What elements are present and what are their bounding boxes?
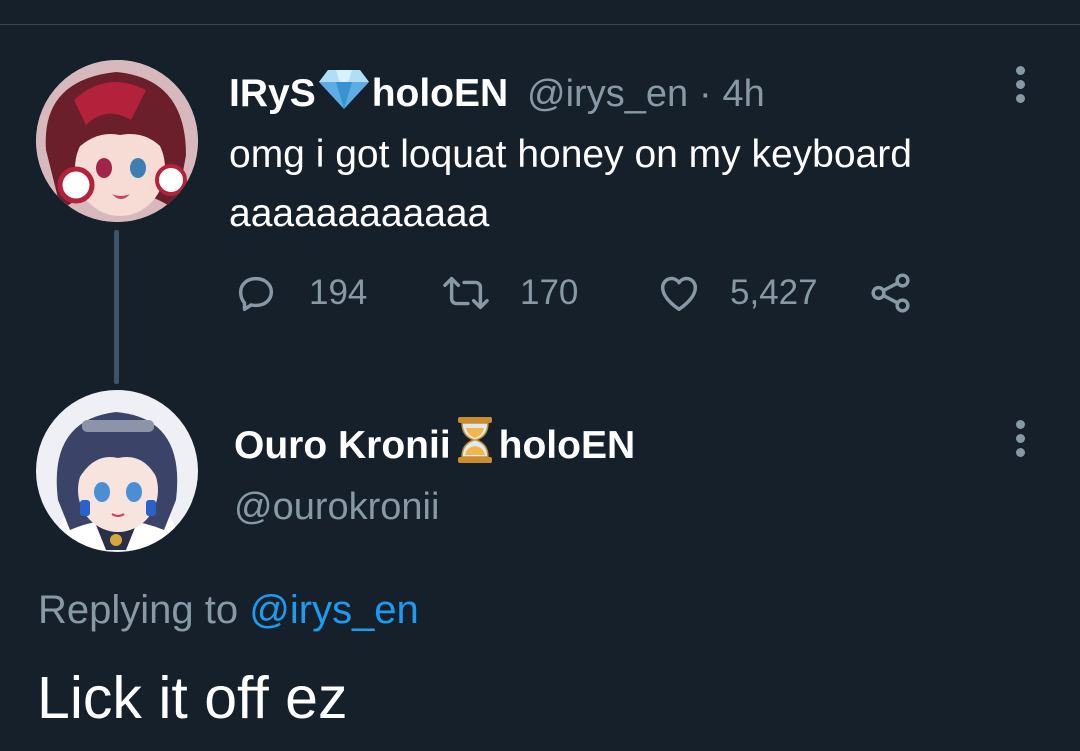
kronii-name-text: Ouro Kronii [234,424,451,467]
retweet-count: 170 [520,273,579,312]
diamond-icon [318,68,370,120]
like-count: 5,427 [730,273,818,312]
reply-count: 194 [309,273,368,312]
kronii-handle[interactable]: @ourokronii [234,486,439,529]
irys-display-name[interactable]: IRyS holoEN @irys_en · 4h [229,68,765,120]
irys-name-text: IRyS [229,72,316,115]
reply-icon [233,270,279,316]
tweet-text-line1: omg i got loquat honey on my keyboard [229,133,912,176]
retweet-icon [440,270,492,316]
separator: · [698,73,712,115]
tweet-text-line2: aaaaaaaaaaaa [229,192,490,235]
share-action[interactable] [867,270,915,316]
heart-icon [656,270,702,316]
retweet-action[interactable]: 170 [440,270,578,316]
replying-to-handle[interactable]: @irys_en [249,588,419,632]
reply-more-options-icon[interactable] [1012,420,1028,462]
thread-line [114,230,119,384]
replying-to-label: Replying to [38,588,239,632]
irys-avatar[interactable] [36,60,198,222]
irys-suffix: holoEN [371,72,509,115]
like-action[interactable]: 5,427 [656,270,818,316]
reply-text: Lick it off ez [37,665,348,731]
reply-action[interactable]: 194 [233,270,367,316]
more-options-icon[interactable] [1012,66,1028,108]
tweet-time[interactable]: 4h [722,73,764,115]
share-icon [867,270,915,316]
kronii-suffix: holoEN [498,424,636,467]
top-divider [0,24,1080,25]
hourglass-icon [454,416,496,474]
kronii-avatar[interactable] [36,390,198,552]
irys-handle[interactable]: @irys_en [527,73,688,115]
kronii-display-name[interactable]: Ouro Kronii holoEN [234,416,635,474]
tweet-text: omg i got loquat honey on my keyboard aa… [229,125,1049,243]
replying-to: Replying to @irys_en [38,588,419,633]
